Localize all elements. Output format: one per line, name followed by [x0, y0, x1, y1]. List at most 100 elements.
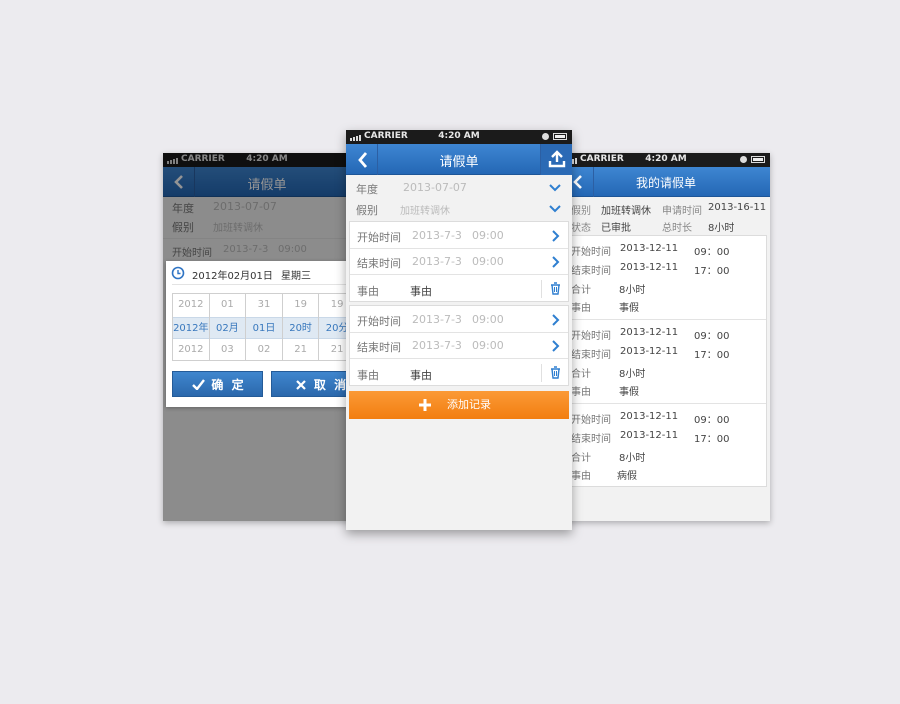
confirm-button[interactable]: 确 定 — [172, 371, 263, 397]
add-record-button[interactable]: 添加记录 — [349, 391, 569, 419]
picker-option[interactable]: 19 — [283, 294, 319, 317]
upload-button[interactable] — [540, 144, 572, 175]
date-picker-dialog: 2012年02月01日 星期三 2012 2012年 2012 01 02月 03 31… — [166, 261, 371, 407]
reason-row[interactable]: 事由 事由 — [350, 280, 568, 301]
picker-column-hour[interactable]: 19 20时 21 — [282, 294, 320, 362]
sum-label: 合计 — [571, 369, 591, 380]
add-record-label: 添加记录 — [447, 398, 491, 411]
end-label: 结束时间 — [571, 266, 611, 277]
record-card: 开始时间 2013-7-3 09:00 结束时间 2013-7-3 09:00 … — [349, 221, 569, 302]
year-value: 2013-07-07 — [403, 181, 467, 194]
start-date: 2013-7-3 — [412, 313, 462, 326]
end-time: 09:00 — [472, 255, 504, 268]
battery-icon — [553, 133, 567, 140]
chevron-down-icon — [549, 205, 561, 213]
start-date: 2013-12-11 — [620, 243, 679, 254]
reason-row[interactable]: 事由 事由 — [350, 364, 568, 385]
start-time: 09：00 — [694, 247, 730, 258]
picker-option[interactable]: 03 — [210, 339, 246, 362]
start-time-row[interactable]: 开始时间 2013-7-3 09:00 — [350, 313, 568, 331]
end-date: 2013-7-3 — [412, 255, 462, 268]
start-date: 2013-12-11 — [620, 411, 679, 422]
chevron-right-icon — [552, 230, 560, 242]
picker-selected[interactable]: 01日 — [246, 316, 282, 340]
picker-option[interactable]: 21 — [283, 339, 319, 362]
end-label: 结束时间 — [571, 434, 611, 445]
reason-input[interactable]: 事由 — [410, 367, 432, 383]
sum-value: 8小时 — [619, 285, 646, 296]
divider — [566, 319, 766, 320]
state-value: 已审批 — [601, 223, 631, 234]
picker-column-day[interactable]: 31 01日 02 — [246, 294, 283, 360]
reason-value: 事假 — [619, 303, 639, 314]
type-value: 加班转调休 — [400, 206, 450, 217]
divider — [541, 364, 542, 382]
end-label: 结束时间 — [357, 257, 401, 270]
start-time: 09：00 — [694, 331, 730, 342]
right-phone-screen: CARRIER 4:20 AM 我的请假单 假别 加班转调休 申请时间 2013… — [562, 153, 770, 521]
nav-bar: 我的请假单 — [562, 167, 770, 197]
date-time-picker[interactable]: 2012 2012年 2012 01 02月 03 31 01日 02 19 20时 21 19… — [172, 293, 356, 361]
reason-input[interactable]: 事由 — [410, 283, 432, 299]
picker-option[interactable]: 2012 — [173, 339, 209, 362]
picker-option[interactable]: 31 — [246, 294, 282, 317]
end-label: 结束时间 — [357, 341, 401, 354]
chevron-down-icon — [549, 184, 561, 192]
page-title: 请假单 — [439, 155, 479, 170]
trash-icon[interactable] — [550, 282, 561, 295]
selected-weekday: 星期三 — [281, 271, 311, 282]
chevron-right-icon — [552, 314, 560, 326]
start-date: 2013-12-11 — [620, 327, 679, 338]
left-phone-screen: CARRIER 4:20 AM 请假单 年度 2013-07-07 假别 加班转… — [163, 153, 371, 521]
start-time: 09：00 — [694, 415, 730, 426]
chevron-right-icon — [552, 256, 560, 268]
end-time-row[interactable]: 结束时间 2013-7-3 09:00 — [350, 255, 568, 273]
nav-bar: 请假单 — [346, 144, 572, 175]
sum-value: 8小时 — [619, 369, 646, 380]
divider — [541, 280, 542, 298]
divider — [350, 358, 568, 359]
year-row[interactable]: 年度 2013-07-07 — [346, 181, 572, 199]
end-time: 17：00 — [694, 434, 730, 445]
total-label: 总时长 — [662, 223, 692, 234]
start-label: 开始时间 — [571, 415, 611, 426]
status-bar: CARRIER 4:20 AM — [562, 153, 770, 167]
chevron-right-icon — [552, 340, 560, 352]
center-phone-screen: CARRIER 4:20 AM 请假单 年度 2013-07-07 假别 加班转… — [346, 130, 572, 530]
selected-date: 2012年02月01日 — [192, 271, 273, 282]
close-icon — [296, 380, 306, 390]
divider — [350, 332, 568, 333]
status-bar: CARRIER 4:20 AM — [346, 130, 572, 144]
year-label: 年度 — [356, 183, 378, 196]
trash-icon[interactable] — [550, 366, 561, 379]
type-row[interactable]: 假别 加班转调休 — [346, 202, 572, 220]
picker-selected[interactable]: 20时 — [282, 316, 319, 340]
record-card: 开始时间 2013-7-3 09:00 结束时间 2013-7-3 09:00 … — [349, 305, 569, 386]
picker-selected[interactable]: 02月 — [209, 316, 246, 340]
total-value: 8小时 — [708, 223, 735, 234]
picker-option[interactable]: 01 — [210, 294, 246, 317]
picker-option[interactable]: 02 — [246, 339, 282, 362]
end-time: 17：00 — [694, 266, 730, 277]
status-time: 4:20 AM — [645, 154, 687, 164]
battery-icon — [751, 156, 765, 163]
start-time: 09:00 — [472, 313, 504, 326]
picker-selected[interactable]: 2012年 — [173, 316, 209, 340]
picker-option[interactable]: 2012 — [173, 294, 209, 317]
type-label: 假别 — [356, 204, 378, 217]
start-label: 开始时间 — [571, 331, 611, 342]
end-time-row[interactable]: 结束时间 2013-7-3 09:00 — [350, 339, 568, 357]
reason-value: 病假 — [617, 471, 637, 482]
start-time-row[interactable]: 开始时间 2013-7-3 09:00 — [350, 229, 568, 247]
apply-label: 申请时间 — [662, 206, 702, 217]
divider — [350, 274, 568, 275]
type-label: 假别 — [571, 206, 591, 217]
picker-column-month[interactable]: 01 02月 03 — [209, 294, 247, 362]
end-time: 17：00 — [694, 350, 730, 361]
sum-value: 8小时 — [619, 453, 646, 464]
picker-column-year[interactable]: 2012 2012年 2012 — [173, 294, 210, 360]
end-date: 2013-12-11 — [620, 430, 679, 441]
alarm-icon — [740, 156, 747, 163]
end-date: 2013-12-11 — [620, 346, 679, 357]
entries-card: 开始时间 2013-12-11 09：00 结束时间 2013-12-11 17… — [565, 235, 767, 487]
